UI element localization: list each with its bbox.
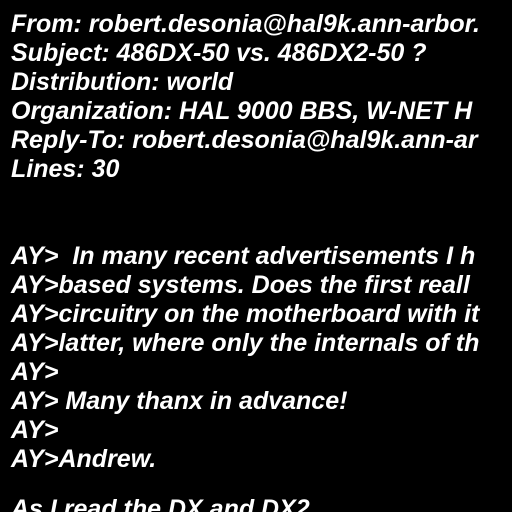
- quoted-line: AY>Andrew.: [11, 445, 157, 473]
- quoted-line: AY>based systems. Does the first reall: [11, 271, 470, 299]
- quoted-line: AY>: [11, 416, 59, 444]
- header-subject: Subject: 486DX-50 vs. 486DX2-50 ?: [11, 39, 427, 67]
- quoted-line: AY> Many thanx in advance!: [11, 387, 348, 415]
- header-distribution: Distribution: world: [11, 68, 234, 96]
- header-from: From: robert.desonia@hal9k.ann-arbor.: [11, 10, 480, 38]
- header-organization: Organization: HAL 9000 BBS, W-NET H: [11, 97, 473, 125]
- header-reply-to: Reply-To: robert.desonia@hal9k.ann-ar: [11, 126, 478, 154]
- quoted-line: AY>: [11, 358, 59, 386]
- reply-line-partial: As I read the DX and DX2: [11, 495, 310, 512]
- message-screen: From: robert.desonia@hal9k.ann-arbor. Su…: [0, 0, 512, 512]
- header-lines: Lines: 30: [11, 155, 120, 183]
- quoted-line: AY>latter, where only the internals of t…: [11, 329, 480, 357]
- quoted-line: AY> In many recent advertisements I h: [11, 242, 476, 270]
- quoted-line: AY>circuitry on the motherboard with it: [11, 300, 480, 328]
